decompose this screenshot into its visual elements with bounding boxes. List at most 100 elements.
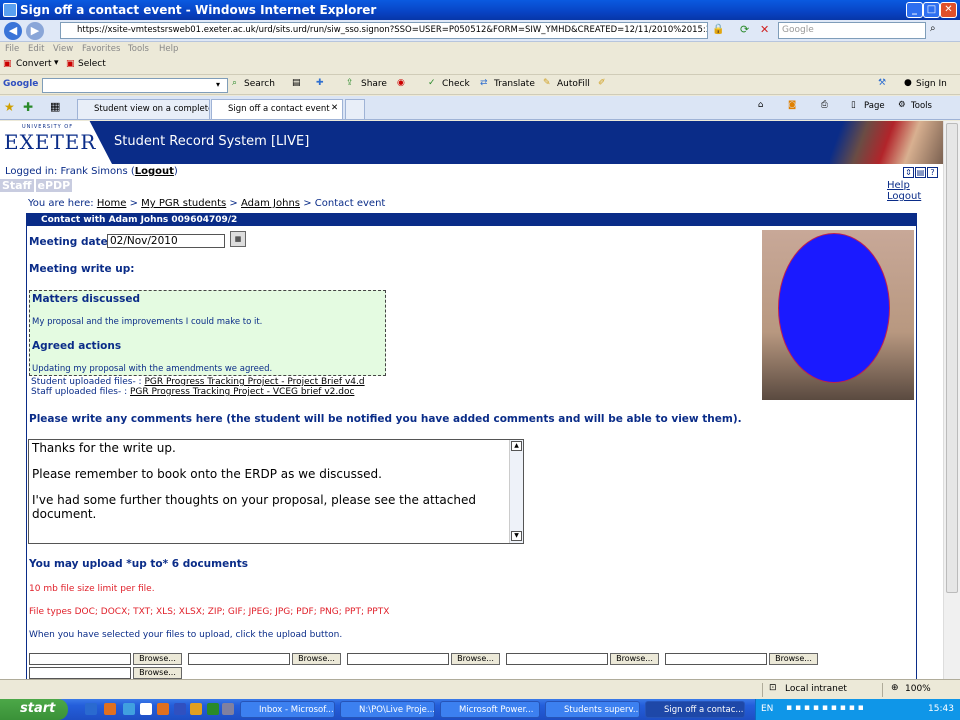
minimize-button[interactable]: _	[906, 2, 923, 18]
ie-quick-icon[interactable]	[123, 703, 135, 715]
textarea-scrollbar[interactable]: ▲ ▼	[509, 440, 523, 543]
breadcrumb-my-pgr-students[interactable]: My PGR students	[141, 198, 226, 209]
menu-tools[interactable]: Tools	[128, 44, 149, 54]
file-input-2[interactable]	[188, 653, 290, 665]
menu-view[interactable]: View	[53, 44, 73, 54]
file-input-1[interactable]	[29, 653, 131, 665]
print-icon[interactable]: ⎙	[821, 100, 828, 110]
print-page-icon[interactable]: ▤	[915, 167, 926, 178]
help-icon[interactable]: ?	[927, 167, 938, 178]
zoom-text[interactable]: 100%	[905, 684, 931, 694]
language-indicator[interactable]: EN	[761, 704, 773, 714]
pencil-icon[interactable]: ✐	[598, 78, 606, 88]
browse-button-6[interactable]: Browse...	[133, 667, 182, 679]
refresh-icon[interactable]: ⟳	[740, 23, 749, 36]
outlook-icon[interactable]	[157, 703, 169, 715]
feeds-icon[interactable]: ◙	[788, 100, 796, 110]
help-link[interactable]: Help	[887, 180, 910, 191]
file-input-4[interactable]	[506, 653, 608, 665]
menu-edit[interactable]: Edit	[28, 44, 44, 54]
scroll-up-icon[interactable]: ▲	[511, 441, 522, 451]
zoom-cell[interactable]: ⊕ 100%	[882, 683, 960, 697]
staff-file-link[interactable]: PGR Progress Tracking Project - VCEG bri…	[130, 387, 354, 397]
file-input-5[interactable]	[665, 653, 767, 665]
new-tab-button[interactable]	[345, 99, 365, 119]
clock[interactable]: 15:43	[928, 704, 954, 714]
maximize-button[interactable]: □	[923, 2, 940, 18]
menu-favorites[interactable]: Favorites	[82, 44, 120, 54]
student-file-link[interactable]: PGR Progress Tracking Project - Project …	[144, 377, 364, 387]
meeting-date-field[interactable]: 02/Nov/2010	[107, 234, 225, 248]
tab-staff[interactable]: Staff	[0, 179, 34, 192]
exeter-logo[interactable]: UNIVERSITY OF EXETER	[0, 121, 112, 164]
browse-button-2[interactable]: Browse...	[292, 653, 341, 665]
task-folder[interactable]: N:\PO\Live Proje...	[340, 701, 435, 718]
window-title-bar[interactable]: Sign off a contact event - Windows Inter…	[0, 0, 960, 20]
start-button[interactable]: start	[0, 699, 68, 720]
tab-epdp[interactable]: ePDP	[35, 179, 73, 192]
tools-menu[interactable]: Tools	[911, 101, 932, 111]
autofill-button[interactable]: AutoFill	[557, 79, 590, 89]
browse-button-1[interactable]: Browse...	[133, 653, 182, 665]
chevron-down-icon[interactable]: ▾	[216, 80, 220, 89]
page-menu[interactable]: Page	[864, 101, 885, 111]
search-icon[interactable]: ⌕	[930, 23, 936, 34]
tab-sign-off[interactable]: Sign off a contact event ✕	[211, 99, 343, 119]
forward-icon[interactable]: ▶	[26, 22, 44, 40]
quick-tabs-icon[interactable]: ▦	[50, 100, 60, 113]
file-input-6[interactable]	[29, 667, 131, 679]
dropdown-arrow-icon[interactable]: ▾	[54, 58, 59, 68]
tray-icons[interactable]: ▪ ▪ ▪ ▪ ▪ ▪ ▪ ▪ ▪	[786, 703, 864, 713]
sign-in-button[interactable]: Sign In	[916, 79, 947, 89]
calendar-icon[interactable]: ▦	[230, 231, 246, 247]
task-inbox[interactable]: Inbox - Microsof...	[240, 701, 335, 718]
favorites-star-icon[interactable]: ★	[4, 100, 15, 114]
explorer-icon[interactable]	[190, 703, 202, 715]
browse-button-3[interactable]: Browse...	[451, 653, 500, 665]
menu-file[interactable]: File	[5, 44, 19, 54]
translate-button[interactable]: Translate	[494, 79, 535, 89]
pagerank-icon[interactable]: ◉	[397, 78, 405, 88]
logout-link[interactable]: Logout	[887, 191, 921, 202]
scroll-down-icon[interactable]: ▼	[511, 531, 522, 541]
address-input[interactable]: https://xsite-vmtestsrsweb01.exeter.ac.u…	[60, 22, 708, 39]
wrench-icon[interactable]: ⚒	[878, 78, 886, 88]
task-students[interactable]: Students superv...	[545, 701, 640, 718]
notes-icon[interactable]	[140, 703, 152, 715]
breadcrumb-home[interactable]: Home	[97, 198, 127, 209]
convert-button[interactable]: Convert	[16, 59, 52, 69]
word-icon[interactable]	[174, 703, 186, 715]
select-button[interactable]: Select	[78, 59, 106, 69]
tab-close-icon[interactable]: ✕	[331, 103, 338, 113]
task-powerpoint[interactable]: Microsoft Power...	[440, 701, 540, 718]
breadcrumb-student[interactable]: Adam Johns	[241, 198, 300, 209]
check-button[interactable]: Check	[442, 79, 470, 89]
stop-icon[interactable]: ✕	[760, 23, 769, 36]
file-input-3[interactable]	[347, 653, 449, 665]
page-scrollbar[interactable]	[943, 121, 960, 679]
share-button[interactable]: Share	[361, 79, 387, 89]
menu-help[interactable]: Help	[159, 44, 178, 54]
comments-textarea[interactable]: Thanks for the write up. Please remember…	[28, 439, 524, 544]
lock-icon[interactable]: 🔒	[712, 24, 724, 35]
scroll-thumb[interactable]	[946, 123, 958, 593]
close-button[interactable]: ✕	[940, 2, 957, 18]
logout-link-inline[interactable]: Logout	[135, 166, 174, 177]
google-search-input[interactable]	[42, 78, 228, 93]
tab-student-view[interactable]: Student view on a completed...	[77, 99, 210, 119]
firefox-icon[interactable]	[104, 703, 116, 715]
browse-button-4[interactable]: Browse...	[610, 653, 659, 665]
browse-button-5[interactable]: Browse...	[769, 653, 818, 665]
home-icon[interactable]: ⌂	[758, 100, 763, 110]
plus-icon[interactable]: ✚	[316, 78, 324, 88]
desktop-icon[interactable]	[222, 703, 234, 715]
add-favorite-icon[interactable]: ✚	[23, 100, 33, 114]
google-search-button[interactable]: Search	[244, 79, 275, 89]
back-icon[interactable]: ◀	[4, 22, 22, 40]
search-input[interactable]: Google	[778, 22, 926, 39]
bookmark-icon[interactable]: ▤	[292, 78, 301, 88]
quicklaunch-icon[interactable]	[85, 703, 97, 715]
task-sign-off[interactable]: Sign off a contac...	[645, 701, 745, 718]
excel-icon[interactable]	[207, 703, 219, 715]
expand-icon[interactable]: ⇕	[903, 167, 914, 178]
